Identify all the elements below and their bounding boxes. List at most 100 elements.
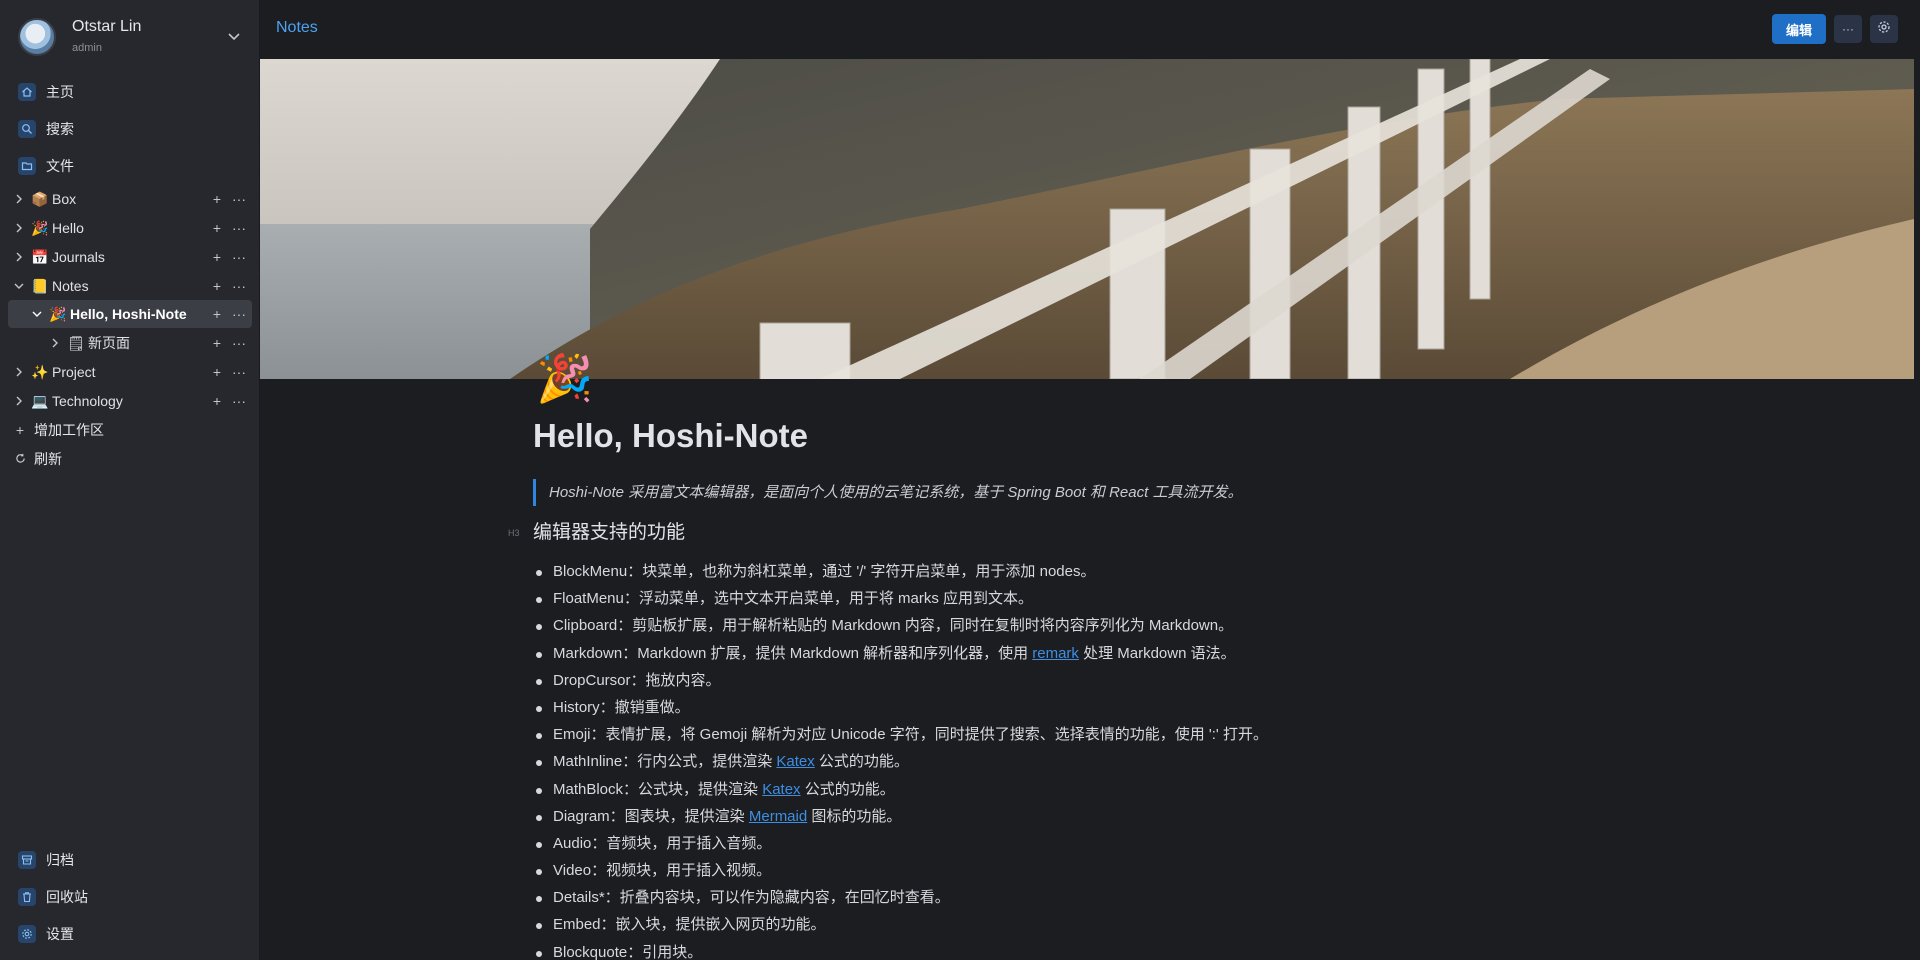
- user-menu[interactable]: Otstar Lin admin: [18, 15, 244, 59]
- user-role: admin: [72, 42, 102, 54]
- list-item-text: Details*：折叠内容块，可以作为隐藏内容，在回忆时查看。: [553, 889, 950, 907]
- chevron-down-icon[interactable]: [224, 27, 244, 47]
- refresh-label: 刷新: [34, 451, 62, 467]
- tree-item-technology[interactable]: 💻 Technology + ···: [8, 387, 252, 415]
- list-item-text: Emoji：表情扩展，将 Gemoji 解析为对应 Unicode 字符，同时提…: [553, 726, 1268, 744]
- search-icon: [18, 120, 36, 138]
- tree-item-label: Technology: [52, 393, 123, 409]
- cover-image[interactable]: [260, 59, 1914, 379]
- page-emoji-icon: 🗒: [67, 334, 85, 351]
- chevron-right-icon[interactable]: [8, 358, 30, 386]
- inline-link[interactable]: Katex: [776, 753, 814, 770]
- breadcrumb[interactable]: Notes: [276, 19, 318, 37]
- chevron-right-icon[interactable]: [8, 185, 30, 213]
- list-item[interactable]: Blockquote：引用块。: [535, 939, 1268, 960]
- page-settings-button[interactable]: [1870, 15, 1898, 43]
- feature-list: BlockMenu：块菜单，也称为斜杠菜单，通过 '/' 字符开启菜单，用于添加…: [535, 558, 1268, 960]
- more-icon[interactable]: ···: [232, 306, 246, 322]
- nav-archive[interactable]: 归档: [18, 845, 244, 875]
- page-emoji-icon: 🎉: [31, 219, 49, 236]
- nav-settings[interactable]: 设置: [18, 919, 244, 949]
- list-item[interactable]: Details*：折叠内容块，可以作为隐藏内容，在回忆时查看。: [535, 884, 1268, 911]
- list-item[interactable]: History：撤销重做。: [535, 694, 1268, 721]
- bullet-icon: [535, 857, 553, 884]
- nav-label: 归档: [46, 852, 74, 868]
- bullet-icon: [535, 612, 553, 639]
- page-title[interactable]: Hello, Hoshi-Note: [533, 414, 808, 458]
- list-item[interactable]: Markdown：Markdown 扩展，提供 Markdown 解析器和序列化…: [535, 640, 1268, 667]
- heading-level-tag: H3: [508, 528, 520, 538]
- list-item-text: Clipboard：剪贴板扩展，用于解析粘贴的 Markdown 内容，同时在复…: [553, 617, 1234, 635]
- tree-item-label: Hello: [52, 220, 84, 236]
- list-item[interactable]: FloatMenu：浮动菜单，选中文本开启菜单，用于将 marks 应用到文本。: [535, 585, 1268, 612]
- add-icon[interactable]: +: [210, 306, 224, 322]
- more-icon[interactable]: ···: [232, 249, 246, 265]
- chevron-right-icon[interactable]: [8, 387, 30, 415]
- list-item-text: MathBlock：公式块，提供渲染 Katex 公式的功能。: [553, 780, 895, 798]
- chevron-down-icon[interactable]: [26, 300, 48, 328]
- list-item[interactable]: Emoji：表情扩展，将 Gemoji 解析为对应 Unicode 字符，同时提…: [535, 721, 1268, 748]
- list-item[interactable]: MathInline：行内公式，提供渲染 Katex 公式的功能。: [535, 748, 1268, 775]
- nav-trash[interactable]: 回收站: [18, 882, 244, 912]
- list-item-text: Embed：嵌入块，提供嵌入网页的功能。: [553, 916, 826, 934]
- tree-item-journals[interactable]: 📅 Journals + ···: [8, 243, 252, 271]
- inline-link[interactable]: Mermaid: [749, 808, 807, 825]
- gear-icon: [1877, 20, 1891, 39]
- nav-label: 搜索: [46, 121, 74, 137]
- list-item[interactable]: Diagram：图表块，提供渲染 Mermaid 图标的功能。: [535, 803, 1268, 830]
- more-icon[interactable]: ···: [232, 191, 246, 207]
- add-icon[interactable]: +: [210, 393, 224, 409]
- add-icon[interactable]: +: [210, 278, 224, 294]
- more-icon[interactable]: ···: [232, 364, 246, 380]
- page-emoji-icon: 💻: [31, 392, 49, 409]
- avatar: [18, 18, 56, 56]
- list-item[interactable]: Audio：音频块，用于插入音频。: [535, 830, 1268, 857]
- bullet-icon: [535, 640, 553, 667]
- page-emoji-icon: 📒: [31, 277, 49, 294]
- tree-item-hello[interactable]: 🎉 Hello + ···: [8, 214, 252, 242]
- more-icon[interactable]: ···: [232, 335, 246, 351]
- edit-button[interactable]: 编辑: [1772, 14, 1826, 44]
- sidebar: Otstar Lin admin 主页 搜索 文件 📦 Box + ··· 🎉: [0, 0, 260, 960]
- chevron-right-icon[interactable]: [44, 329, 66, 357]
- add-icon[interactable]: +: [210, 364, 224, 380]
- inline-link[interactable]: Katex: [762, 781, 800, 798]
- add-icon[interactable]: +: [210, 220, 224, 236]
- add-icon[interactable]: +: [210, 335, 224, 351]
- tree-item-hello-hoshi-note[interactable]: 🎉 Hello, Hoshi-Note + ···: [8, 300, 252, 328]
- list-item[interactable]: BlockMenu：块菜单，也称为斜杠菜单，通过 '/' 字符开启菜单，用于添加…: [535, 558, 1268, 585]
- nav-search[interactable]: 搜索: [18, 114, 244, 144]
- tree-item-project[interactable]: ✨ Project + ···: [8, 358, 252, 386]
- chevron-right-icon[interactable]: [8, 243, 30, 271]
- list-item-text: MathInline：行内公式，提供渲染 Katex 公式的功能。: [553, 753, 909, 771]
- page-icon[interactable]: 🎉: [536, 350, 593, 406]
- list-item-text: FloatMenu：浮动菜单，选中文本开启菜单，用于将 marks 应用到文本。: [553, 590, 1034, 608]
- more-icon[interactable]: ···: [232, 278, 246, 294]
- more-icon: ···: [1842, 22, 1854, 36]
- list-item[interactable]: Video：视频块，用于插入视频。: [535, 857, 1268, 884]
- folder-icon: [18, 157, 36, 175]
- nav-label: 设置: [46, 926, 74, 942]
- tree-item-new-page[interactable]: 🗒 新页面 + ···: [8, 329, 252, 357]
- more-icon[interactable]: ···: [232, 393, 246, 409]
- tree-item-notes[interactable]: 📒 Notes + ···: [8, 272, 252, 300]
- list-item[interactable]: Clipboard：剪贴板扩展，用于解析粘贴的 Markdown 内容，同时在复…: [535, 612, 1268, 639]
- nav-files[interactable]: 文件: [18, 151, 244, 181]
- chevron-right-icon[interactable]: [8, 214, 30, 242]
- list-item[interactable]: DropCursor：拖放内容。: [535, 667, 1268, 694]
- add-workspace-button[interactable]: + 增加工作区: [14, 419, 104, 441]
- list-item[interactable]: Embed：嵌入块，提供嵌入网页的功能。: [535, 911, 1268, 938]
- add-icon[interactable]: +: [210, 191, 224, 207]
- refresh-button[interactable]: 刷新: [14, 448, 62, 470]
- add-icon[interactable]: +: [210, 249, 224, 265]
- more-options-button[interactable]: ···: [1834, 15, 1862, 43]
- settings-icon: [18, 925, 36, 943]
- chevron-down-icon[interactable]: [8, 272, 30, 300]
- more-icon[interactable]: ···: [232, 220, 246, 236]
- tree-item-box[interactable]: 📦 Box + ···: [8, 185, 252, 213]
- inline-link[interactable]: remark: [1032, 645, 1079, 662]
- blockquote[interactable]: Hoshi-Note 采用富文本编辑器，是面向个人使用的云笔记系统，基于 Spr…: [533, 479, 1242, 506]
- nav-home[interactable]: 主页: [18, 77, 244, 107]
- list-item[interactable]: MathBlock：公式块，提供渲染 Katex 公式的功能。: [535, 776, 1268, 803]
- section-heading[interactable]: 编辑器支持的功能: [533, 519, 685, 546]
